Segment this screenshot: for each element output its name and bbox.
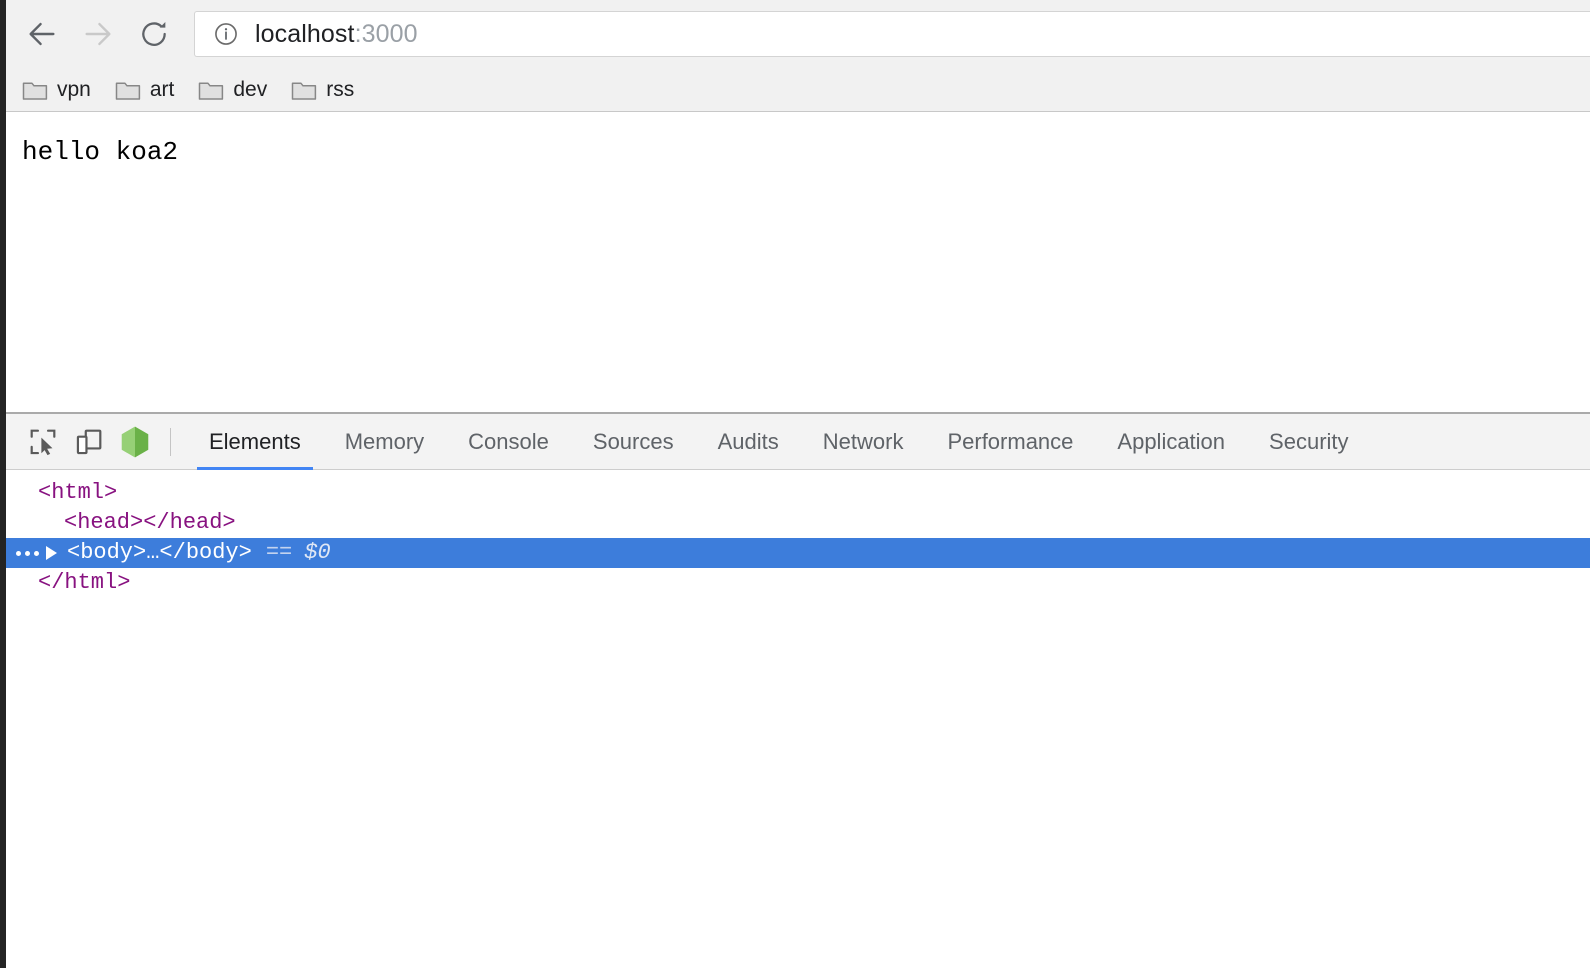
url-port: :3000	[354, 19, 418, 48]
toggle-device-toolbar-button[interactable]	[66, 419, 112, 465]
forward-button	[70, 6, 126, 62]
nodejs-icon	[121, 426, 149, 457]
page-viewport: hello koa2	[6, 112, 1590, 412]
bookmark-label: vpn	[57, 77, 91, 101]
info-circle-icon[interactable]	[213, 21, 239, 47]
address-bar[interactable]: localhost:3000	[194, 11, 1590, 57]
folder-icon	[291, 79, 317, 101]
bookmarks-bar: vpn art dev rss	[0, 68, 1590, 112]
folder-icon	[22, 79, 48, 101]
dom-node-body-close-text: </body>	[159, 540, 252, 565]
inspect-element-button[interactable]	[20, 419, 66, 465]
window-left-edge	[0, 0, 6, 968]
dom-node-head-text: <head></head>	[64, 510, 236, 535]
url-text: localhost:3000	[255, 20, 418, 49]
browser-chrome: localhost:3000 vpn art dev rss	[0, 0, 1590, 112]
devtools-toolbar: Elements Memory Console Sources Audits N…	[6, 414, 1590, 470]
bookmark-label: art	[149, 77, 175, 101]
bookmark-rss[interactable]: rss	[291, 73, 364, 107]
dom-node-html-close-text: </html>	[38, 570, 131, 595]
inspect-element-icon	[30, 429, 56, 455]
dom-node-overflow-ellipsis-icon[interactable]	[14, 550, 44, 556]
bookmark-vpn[interactable]: vpn	[22, 73, 101, 107]
navigation-bar: localhost:3000	[0, 0, 1590, 68]
bookmark-dev[interactable]: dev	[198, 73, 277, 107]
folder-icon	[115, 79, 141, 101]
tab-performance[interactable]: Performance	[925, 414, 1095, 470]
tab-memory[interactable]: Memory	[323, 414, 446, 470]
bookmark-label: dev	[233, 77, 268, 101]
reload-icon	[142, 22, 166, 46]
info-circle-glyph	[215, 23, 237, 45]
dom-node-body[interactable]: <body>… </body> == $0	[6, 538, 1590, 568]
dom-tree[interactable]: <html> <head></head> <body>… </body> == $…	[6, 470, 1590, 968]
toolbar-divider	[170, 427, 171, 456]
dom-node-eq-marker: ==	[265, 540, 293, 565]
folder-glyph	[115, 81, 141, 100]
devtools-tabs: Elements Memory Console Sources Audits N…	[187, 414, 1590, 470]
dom-node-head[interactable]: <head></head>	[6, 508, 1590, 538]
browser-window: localhost:3000 vpn art dev rss hello koa…	[0, 0, 1590, 968]
reload-button[interactable]	[126, 6, 182, 62]
folder-icon	[198, 79, 224, 101]
tab-audits[interactable]: Audits	[696, 414, 801, 470]
tab-sources[interactable]: Sources	[571, 414, 696, 470]
dom-node-expand-triangle-icon[interactable]	[46, 546, 57, 560]
dom-node-html-open-text: <html>	[38, 480, 118, 505]
dom-node-body-inner-text: …	[146, 540, 160, 565]
folder-glyph	[291, 81, 317, 100]
nodejs-button[interactable]	[112, 419, 158, 465]
tab-application[interactable]: Application	[1095, 414, 1247, 470]
back-arrow-icon	[29, 22, 55, 46]
page-body-text: hello koa2	[22, 137, 179, 167]
tab-console[interactable]: Console	[446, 414, 571, 470]
tab-security[interactable]: Security	[1247, 414, 1370, 470]
folder-glyph	[22, 81, 48, 100]
folder-glyph	[199, 81, 224, 100]
dom-node-body-open-text: <body>	[67, 540, 147, 565]
dom-node-dollar-zero-ref: $0	[304, 540, 331, 565]
tab-network[interactable]: Network	[801, 414, 926, 470]
dom-node-html-close[interactable]: </html>	[6, 568, 1590, 598]
tab-elements[interactable]: Elements	[187, 414, 323, 470]
back-button[interactable]	[14, 6, 70, 62]
bookmark-label: rss	[326, 77, 355, 101]
url-host: localhost	[255, 19, 355, 48]
forward-arrow-icon	[85, 22, 111, 46]
dom-node-html-open[interactable]: <html>	[6, 478, 1590, 508]
device-toolbar-icon	[76, 429, 102, 454]
bookmark-art[interactable]: art	[115, 73, 185, 107]
devtools-panel: Elements Memory Console Sources Audits N…	[6, 412, 1590, 968]
